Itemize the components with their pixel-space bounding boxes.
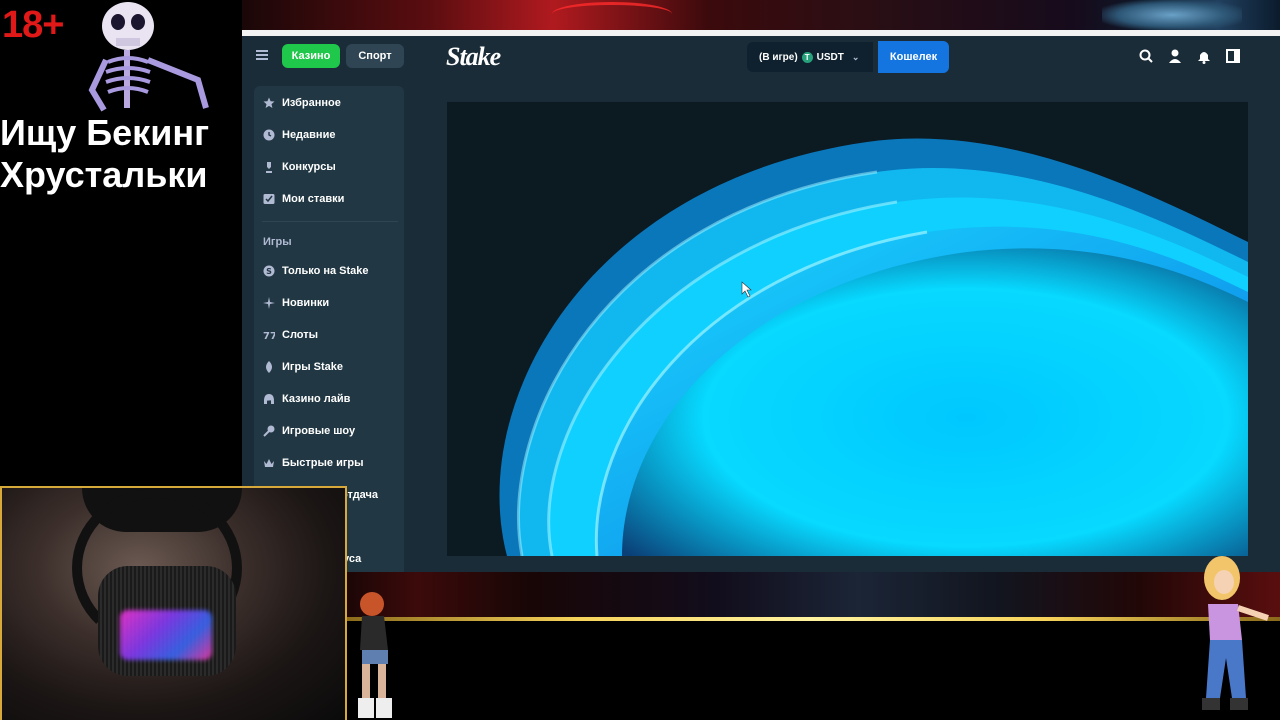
stream-title-line2: Хрустальки <box>0 154 208 195</box>
sidebar-item-label: Игровые шоу <box>282 425 356 437</box>
neon-light-decoration <box>552 2 672 26</box>
balance-selector[interactable]: (В игре) T USDT ⌄ <box>747 42 873 72</box>
sidebar-item-favorites[interactable]: Избранное <box>263 93 341 113</box>
game-frame[interactable] <box>447 102 1248 556</box>
sidebar-item-contests[interactable]: Конкурсы <box>263 157 336 177</box>
sidebar-item-label: Быстрые игры <box>282 457 364 469</box>
stream-bottom-area <box>342 621 1280 720</box>
sidebar-item-label: Только на Stake <box>282 265 369 277</box>
crown-icon <box>264 459 274 467</box>
balance-label: (В игре) <box>759 51 798 63</box>
sidebar-item-label: Слоты <box>282 329 319 341</box>
sidebar-toggle-icon[interactable] <box>1225 48 1241 64</box>
chevron-down-icon: ⌄ <box>851 51 860 62</box>
webcam-feed <box>0 486 347 720</box>
sidebar-item-label: Недавние <box>282 129 336 141</box>
stream-screen: 18+ Ищу Бекинг Хрустальки Казино Спорт S… <box>0 0 1280 720</box>
sidebar-item-live-casino[interactable]: Казино лайв <box>263 389 350 409</box>
sparkle-icon <box>263 297 275 309</box>
sport-tab[interactable]: Спорт <box>346 44 404 68</box>
game-footer-strip <box>447 556 1248 572</box>
stake-originals-icon <box>266 361 272 373</box>
sidebar-item-slots[interactable]: 77 Слоты <box>263 325 318 345</box>
currency-label: USDT <box>816 51 844 63</box>
stake-exclusive-icon: S <box>263 265 275 277</box>
bets-icon <box>263 194 275 204</box>
slots-icon: 77 <box>263 331 275 341</box>
app-header: Казино Спорт Stake (В игре) T USDT ⌄ Кош… <box>242 36 1280 78</box>
microphone-icon <box>263 425 275 437</box>
search-icon[interactable] <box>1138 48 1154 64</box>
sidebar-item-label: Конкурсы <box>282 161 336 173</box>
dancer-left-icon <box>358 592 392 718</box>
star-icon <box>263 97 275 108</box>
game-artwork <box>447 102 1248 556</box>
bell-icon[interactable] <box>1196 48 1212 64</box>
stream-title-line1: Ищу Бекинг <box>0 112 210 153</box>
svg-text:S: S <box>266 267 272 276</box>
stake-app: Казино Спорт Stake (В игре) T USDT ⌄ Кош… <box>242 36 1280 572</box>
sidebar-item-quick-games[interactable]: Быстрые игры <box>263 453 364 473</box>
stream-title: Ищу Бекинг Хрустальки <box>0 112 242 196</box>
sidebar-item-label: Игры Stake <box>282 361 344 373</box>
svg-text:77: 77 <box>263 331 275 341</box>
microphone-glow <box>120 610 212 660</box>
age-rating-badge: 18+ <box>2 4 64 46</box>
sidebar-item-recent[interactable]: Недавние <box>263 125 335 145</box>
sidebar-item-label: Избранное <box>282 97 341 109</box>
stream-top-banner <box>242 0 1280 30</box>
sidebar-item-new[interactable]: Новинки <box>263 293 329 313</box>
sidebar-item-game-shows[interactable]: Игровые шоу <box>263 421 355 441</box>
sidebar-item-label: Новинки <box>282 297 330 309</box>
sidebar-divider <box>262 221 398 222</box>
skeleton-icon <box>88 2 209 112</box>
stake-logo[interactable]: Stake <box>446 42 501 72</box>
dancer-right-icon <box>1202 556 1269 710</box>
window-light-decoration <box>1102 0 1242 30</box>
menu-icon[interactable] <box>256 50 268 60</box>
wallet-button[interactable]: Кошелек <box>878 41 949 73</box>
live-casino-icon <box>264 394 274 404</box>
user-icon[interactable] <box>1167 48 1183 64</box>
stream-bottom-banner <box>342 572 1280 619</box>
games-heading: Игры <box>263 236 292 248</box>
sidebar-item-label: Казино лайв <box>282 393 351 405</box>
casino-tab[interactable]: Казино <box>282 44 340 68</box>
clock-icon <box>263 129 275 141</box>
sidebar-item-stake-originals[interactable]: Игры Stake <box>263 357 343 377</box>
trophy-icon <box>266 162 272 173</box>
sidebar-item-my-bets[interactable]: Мои ставки <box>263 189 344 209</box>
sidebar-item-label: Мои ставки <box>282 193 345 205</box>
sidebar-item-stake-exclusive[interactable]: S Только на Stake <box>263 261 369 281</box>
tether-icon: T <box>801 51 813 63</box>
